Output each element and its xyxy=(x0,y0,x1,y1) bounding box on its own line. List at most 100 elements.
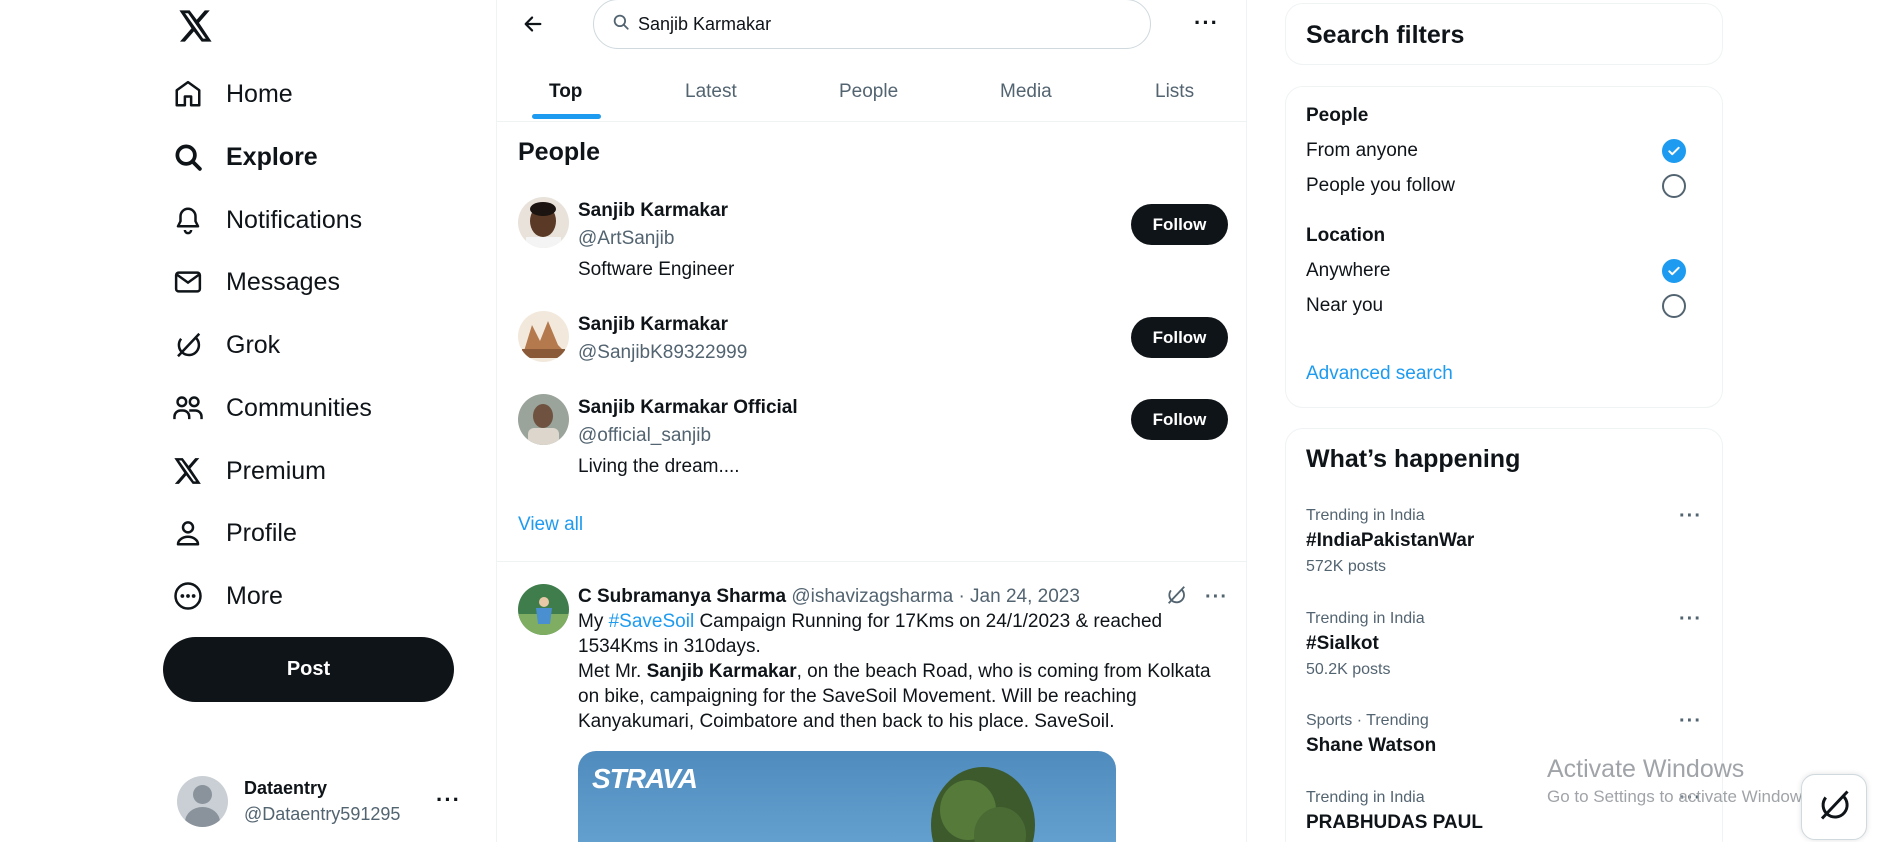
trend-item[interactable]: Trending in India #Sialkot 50.2K posts ·… xyxy=(1306,608,1706,683)
filter-people-heading: People xyxy=(1306,105,1369,126)
nav-grok[interactable]: Grok xyxy=(172,317,280,373)
nav-communities[interactable]: Communities xyxy=(172,380,372,436)
post-button[interactable]: Post xyxy=(163,637,454,702)
advanced-search-link[interactable]: Advanced search xyxy=(1306,363,1453,385)
x-logo-icon xyxy=(172,455,204,487)
account-name: Dataentry xyxy=(244,778,328,798)
tweet-author-handle[interactable]: @ishavizagsharma xyxy=(791,586,953,607)
nav-profile[interactable]: Profile xyxy=(172,505,297,561)
person-name[interactable]: Sanjib Karmakar xyxy=(578,197,734,225)
trend-category: Trending in India xyxy=(1306,610,1425,627)
filter-anywhere[interactable]: Anywhere xyxy=(1306,256,1706,286)
nav-notifications[interactable]: Notifications xyxy=(172,192,362,248)
bell-icon xyxy=(172,204,204,236)
more-horizontal-icon[interactable]: ··· xyxy=(1679,505,1702,528)
filter-from-anyone[interactable]: From anyone xyxy=(1306,136,1706,166)
more-horizontal-icon[interactable]: ··· xyxy=(1194,10,1219,36)
mail-icon xyxy=(172,266,204,298)
view-all-link[interactable]: View all xyxy=(518,514,583,536)
tab-lists[interactable]: Lists xyxy=(1155,62,1194,122)
follow-button[interactable]: Follow xyxy=(1131,399,1228,440)
home-icon xyxy=(172,78,204,110)
back-arrow-icon[interactable] xyxy=(515,6,551,42)
communities-icon xyxy=(172,392,204,424)
radio-unchecked-icon[interactable] xyxy=(1662,174,1686,198)
account-switcher[interactable]: Dataentry @Dataentry591295 ··· xyxy=(177,773,477,829)
trend-category: Sports · Trending xyxy=(1306,712,1429,729)
grok-icon xyxy=(172,329,204,361)
tweet-media-image[interactable]: STRAVA xyxy=(578,751,1116,842)
nav-explore-label: Explore xyxy=(226,142,318,171)
nav-explore[interactable]: Explore xyxy=(172,129,318,185)
avatar[interactable] xyxy=(518,311,569,362)
person-name[interactable]: Sanjib Karmakar xyxy=(578,311,747,339)
trend-item[interactable]: Trending in India #IndiaPakistanWar 572K… xyxy=(1306,505,1706,580)
radio-unchecked-icon[interactable] xyxy=(1662,294,1686,318)
avatar[interactable] xyxy=(518,197,569,248)
watermark-subtitle: Go to Settings to activate Windows. xyxy=(1547,787,1816,806)
tab-media[interactable]: Media xyxy=(1000,62,1052,122)
trend-post-count: 50.2K posts xyxy=(1306,661,1391,678)
tweet-text: My #SaveSoil Campaign Running for 17Kms … xyxy=(578,609,1228,659)
follow-button[interactable]: Follow xyxy=(1131,204,1228,245)
filter-location-heading: Location xyxy=(1306,225,1386,246)
nav-home[interactable]: Home xyxy=(172,66,293,122)
nav-notifications-label: Notifications xyxy=(226,205,363,234)
whats-happening-title: What’s happening xyxy=(1306,445,1521,473)
search-input[interactable] xyxy=(638,13,1118,35)
person-bio: Living the dream.... xyxy=(578,456,740,477)
nav-communities-label: Communities xyxy=(226,393,372,422)
person-bio: Software Engineer xyxy=(578,259,735,280)
search-filters-header: Search filters xyxy=(1285,3,1723,65)
search-icon xyxy=(172,141,204,173)
trend-category: Trending in India xyxy=(1306,507,1425,524)
nav-more[interactable]: More xyxy=(172,568,283,624)
grok-floating-button[interactable] xyxy=(1801,774,1867,840)
nav-messages-label: Messages xyxy=(226,267,340,296)
follow-button[interactable]: Follow xyxy=(1131,317,1228,358)
left-navigation: Home Explore Notifications Messages Grok… xyxy=(0,0,497,842)
tab-latest[interactable]: Latest xyxy=(685,62,737,122)
trend-name: #Sialkot xyxy=(1306,633,1379,654)
person-handle: @SanjibK89322999 xyxy=(578,342,748,363)
nav-grok-label: Grok xyxy=(226,330,281,359)
filter-option-label: Anywhere xyxy=(1306,260,1391,281)
radio-checked-icon[interactable] xyxy=(1662,139,1686,163)
filter-option-label: Near you xyxy=(1306,295,1384,316)
trend-item[interactable]: Sports · Trending Shane Watson ··· xyxy=(1306,710,1706,759)
more-horizontal-icon[interactable]: ··· xyxy=(1679,608,1702,631)
tab-top[interactable]: Top xyxy=(549,62,582,122)
tweet-date[interactable]: · Jan 24, 2023 xyxy=(958,586,1079,607)
filter-option-label: From anyone xyxy=(1306,140,1418,161)
tweet-text: Met Mr. Sanjib Karmakar, on the beach Ro… xyxy=(578,659,1228,734)
nav-more-label: More xyxy=(226,581,283,610)
more-horizontal-icon[interactable]: ··· xyxy=(436,787,461,813)
avatar[interactable] xyxy=(518,584,569,635)
watermark-title: Activate Windows xyxy=(1547,755,1745,783)
avatar[interactable] xyxy=(518,394,569,445)
nav-messages[interactable]: Messages xyxy=(172,254,340,310)
filter-near-you[interactable]: Near you xyxy=(1306,291,1706,321)
strava-logo: STRAVA xyxy=(592,763,698,794)
nav-premium[interactable]: Premium xyxy=(172,443,326,499)
search-results-column: ··· Top Latest People Media Lists People… xyxy=(497,0,1247,842)
tab-people[interactable]: People xyxy=(839,62,898,122)
x-logo-icon[interactable] xyxy=(174,4,218,48)
more-horizontal-icon[interactable]: ··· xyxy=(1205,586,1228,609)
search-icon xyxy=(612,13,630,36)
search-box[interactable] xyxy=(593,0,1151,49)
divider xyxy=(497,561,1246,562)
tweet-author-name[interactable]: C Subramanya Sharma xyxy=(578,586,786,607)
grok-icon[interactable] xyxy=(1165,584,1187,611)
person-name[interactable]: Sanjib Karmakar Official xyxy=(578,394,798,422)
search-filters-title: Search filters xyxy=(1306,21,1465,49)
people-section-title: People xyxy=(518,138,600,166)
account-handle: @Dataentry591295 xyxy=(244,804,401,824)
filter-people-you-follow[interactable]: People you follow xyxy=(1306,171,1706,201)
radio-checked-icon[interactable] xyxy=(1662,259,1686,283)
person-icon xyxy=(172,517,204,549)
hashtag-link[interactable]: #SaveSoil xyxy=(609,611,695,632)
person-handle: @ArtSanjib xyxy=(578,228,675,249)
trend-name: PRABHUDAS PAUL xyxy=(1306,812,1483,833)
more-horizontal-icon[interactable]: ··· xyxy=(1679,710,1702,733)
